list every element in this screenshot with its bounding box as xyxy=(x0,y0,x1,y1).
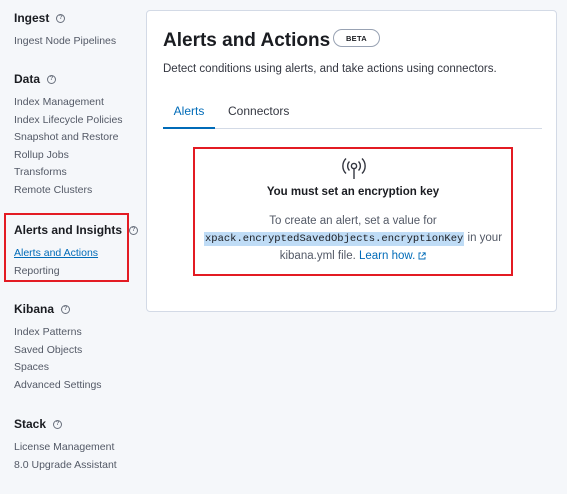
external-link-icon xyxy=(418,252,426,260)
empty-state: You must set an encryption key To create… xyxy=(193,147,513,276)
page-title: Alerts and Actions xyxy=(163,30,331,51)
beta-badge: BETA xyxy=(333,29,380,47)
page-description: Detect conditions using alerts, and take… xyxy=(163,63,497,75)
tab-connectors[interactable]: Connectors xyxy=(228,99,289,129)
help-icon[interactable]: ? xyxy=(53,419,63,429)
tab-bar: Alerts Connectors xyxy=(163,99,542,129)
section-title-kibana: Kibana xyxy=(14,302,55,316)
sidebar-section-stack: Stack ? License Management 8.0 Upgrade A… xyxy=(14,416,117,474)
sidebar-item-saved-objects[interactable]: Saved Objects xyxy=(14,342,102,360)
help-icon[interactable]: ? xyxy=(61,304,71,314)
empty-state-body: To create an alert, set a value for xpac… xyxy=(201,213,505,265)
sidebar-item-alerts-and-actions[interactable]: Alerts and Actions xyxy=(14,245,138,263)
section-title-alerts-and-insights: Alerts and Insights xyxy=(14,223,123,237)
sidebar-section-alerts-and-insights: Alerts and Insights ? Alerts and Actions… xyxy=(14,222,139,281)
sidebar-item-transforms[interactable]: Transforms xyxy=(14,164,123,182)
empty-state-title: You must set an encryption key xyxy=(266,186,440,198)
sidebar-item-index-patterns[interactable]: Index Patterns xyxy=(14,324,102,342)
sidebar-item-reporting[interactable]: Reporting xyxy=(14,263,138,281)
section-title-data: Data xyxy=(14,72,41,86)
sidebar-item-rollup-jobs[interactable]: Rollup Jobs xyxy=(14,147,123,165)
sidebar-item-license-management[interactable]: License Management xyxy=(14,439,117,457)
help-icon[interactable]: ? xyxy=(47,74,57,84)
sidebar-item-advanced-settings[interactable]: Advanced Settings xyxy=(14,377,102,395)
sidebar: Ingest ? Ingest Node Pipelines Data ? In… xyxy=(0,0,140,494)
learn-how-link[interactable]: Learn how. xyxy=(359,250,426,262)
sidebar-item-index-management[interactable]: Index Management xyxy=(14,94,123,112)
sidebar-item-upgrade-assistant[interactable]: 8.0 Upgrade Assistant xyxy=(14,457,117,475)
sidebar-item-remote-clusters[interactable]: Remote Clusters xyxy=(14,182,123,200)
encryption-key-code: xpack.encryptedSavedObjects.encryptionKe… xyxy=(203,232,465,246)
sidebar-item-spaces[interactable]: Spaces xyxy=(14,359,102,377)
help-icon[interactable]: ? xyxy=(56,13,66,23)
empty-state-text: To create an alert, set a value for xyxy=(269,215,437,227)
sidebar-item-snapshot-and-restore[interactable]: Snapshot and Restore xyxy=(14,129,123,147)
sidebar-item-index-lifecycle-policies[interactable]: Index Lifecycle Policies xyxy=(14,112,123,130)
antenna-icon xyxy=(342,158,366,179)
help-icon[interactable]: ? xyxy=(129,225,139,235)
sidebar-item-ingest-node-pipelines[interactable]: Ingest Node Pipelines xyxy=(14,33,116,51)
sidebar-section-kibana: Kibana ? Index Patterns Saved Objects Sp… xyxy=(14,301,102,394)
tab-alerts[interactable]: Alerts xyxy=(163,99,215,129)
sidebar-section-ingest: Ingest ? Ingest Node Pipelines xyxy=(14,10,116,51)
section-title-stack: Stack xyxy=(14,417,47,431)
sidebar-section-data: Data ? Index Management Index Lifecycle … xyxy=(14,71,123,199)
section-title-ingest: Ingest xyxy=(14,11,50,25)
